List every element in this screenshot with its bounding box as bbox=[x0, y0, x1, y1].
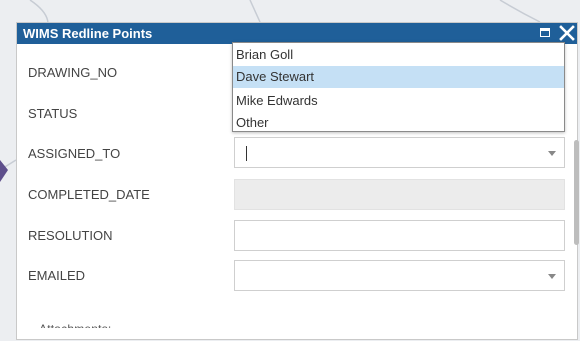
resolution-field[interactable] bbox=[234, 220, 565, 251]
dialog-titlebar: WIMS Redline Points bbox=[17, 23, 577, 44]
assigned-to-label: ASSIGNED_TO bbox=[28, 146, 121, 161]
chevron-down-icon[interactable] bbox=[548, 151, 556, 156]
completed-date-field bbox=[234, 179, 565, 210]
drawing-no-label: DRAWING_NO bbox=[28, 65, 118, 80]
assigned-to-select[interactable] bbox=[234, 137, 565, 168]
emailed-select[interactable] bbox=[234, 260, 565, 291]
completed-date-label: COMPLETED_DATE bbox=[28, 187, 150, 202]
close-icon[interactable] bbox=[559, 24, 575, 42]
option-other[interactable]: Other bbox=[233, 112, 564, 134]
option-brian-goll[interactable]: Brian Goll bbox=[233, 44, 564, 66]
assigned-to-options: Brian Goll Dave Stewart Mike Edwards Oth… bbox=[232, 42, 565, 132]
maximize-icon[interactable] bbox=[540, 28, 550, 37]
dialog-title: WIMS Redline Points bbox=[23, 26, 153, 41]
attachments-label: Attachments: bbox=[39, 322, 111, 328]
chevron-down-icon[interactable] bbox=[548, 274, 556, 279]
emailed-label: EMAILED bbox=[28, 268, 86, 283]
option-dave-stewart[interactable]: Dave Stewart bbox=[233, 66, 564, 88]
option-mike-edwards[interactable]: Mike Edwards bbox=[233, 90, 564, 112]
scrollbar-thumb[interactable] bbox=[574, 140, 579, 245]
resolution-label: RESOLUTION bbox=[28, 228, 113, 243]
status-label: STATUS bbox=[28, 106, 78, 121]
text-caret bbox=[246, 146, 247, 161]
